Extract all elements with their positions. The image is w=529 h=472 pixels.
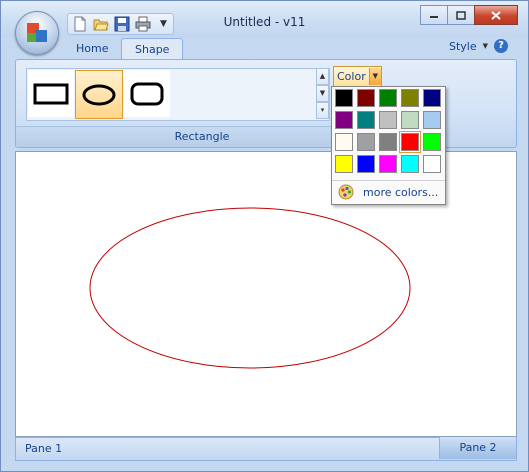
app-window: ▼ Untitled - v11 Home Shape Style ▼ ? ▲ … <box>0 0 529 472</box>
color-split-button[interactable]: Color ▼ <box>333 66 382 87</box>
color-swatch[interactable] <box>401 155 419 173</box>
color-swatch[interactable] <box>401 89 419 107</box>
rectangle-shape-icon <box>33 83 69 105</box>
more-colors-item[interactable]: more colors... <box>332 180 445 203</box>
color-swatch[interactable] <box>335 133 353 151</box>
color-button-label[interactable]: Color <box>334 70 369 83</box>
color-swatch[interactable] <box>423 89 441 107</box>
tab-shape[interactable]: Shape <box>121 38 184 61</box>
gallery-item-rounded-rectangle[interactable] <box>124 70 170 117</box>
color-swatch-grid <box>335 89 443 173</box>
title-bar: ▼ Untitled - v11 <box>1 1 528 37</box>
window-controls <box>420 5 518 25</box>
color-swatch[interactable] <box>357 133 375 151</box>
color-swatch[interactable] <box>357 111 375 129</box>
chevron-down-icon: ▼ <box>482 42 488 50</box>
application-button[interactable] <box>15 11 59 55</box>
color-swatch[interactable] <box>401 111 419 129</box>
ellipse-shape-icon <box>82 84 116 106</box>
color-swatch[interactable] <box>399 131 421 153</box>
gallery-item-ellipse[interactable] <box>75 70 123 119</box>
color-swatch[interactable] <box>423 111 441 129</box>
color-swatch[interactable] <box>335 111 353 129</box>
palette-icon <box>338 184 354 200</box>
color-swatch[interactable] <box>379 111 397 129</box>
color-swatch[interactable] <box>379 133 397 151</box>
gallery-scroll-down[interactable]: ▼ <box>316 85 329 102</box>
color-swatch[interactable] <box>379 89 397 107</box>
color-swatch[interactable] <box>379 155 397 173</box>
help-icon[interactable]: ? <box>494 39 508 53</box>
maximize-icon <box>456 10 466 20</box>
color-swatch[interactable] <box>357 89 375 107</box>
status-bar: Pane 1 Pane 2 <box>15 437 517 461</box>
close-button[interactable] <box>474 5 518 25</box>
minimize-button[interactable] <box>420 5 448 25</box>
shape-gallery <box>26 68 330 121</box>
color-swatch[interactable] <box>335 89 353 107</box>
color-swatch[interactable] <box>335 155 353 173</box>
style-menu[interactable]: Style ▼ ? <box>449 39 508 53</box>
status-pane-2: Pane 2 <box>439 437 516 459</box>
app-logo-icon <box>27 23 47 42</box>
color-dropdown-arrow[interactable]: ▼ <box>368 68 381 85</box>
maximize-button[interactable] <box>447 5 475 25</box>
status-pane-1: Pane 1 <box>25 442 63 455</box>
minimize-icon <box>430 16 438 18</box>
color-swatch[interactable] <box>423 155 441 173</box>
more-colors-label: more colors... <box>363 185 439 199</box>
color-swatch[interactable] <box>357 155 375 173</box>
color-dropdown-menu: more colors... <box>331 86 446 205</box>
gallery-expand[interactable]: ▾ <box>316 102 329 119</box>
rounded-rectangle-shape-icon <box>130 82 164 106</box>
close-icon <box>491 10 501 20</box>
tab-home[interactable]: Home <box>63 38 121 60</box>
gallery-scroll: ▲ ▼ ▾ <box>316 68 329 119</box>
style-menu-label: Style <box>448 39 477 53</box>
gallery-item-rectangle[interactable] <box>28 70 74 117</box>
color-swatch[interactable] <box>423 133 441 151</box>
gallery-scroll-up[interactable]: ▲ <box>316 68 329 85</box>
